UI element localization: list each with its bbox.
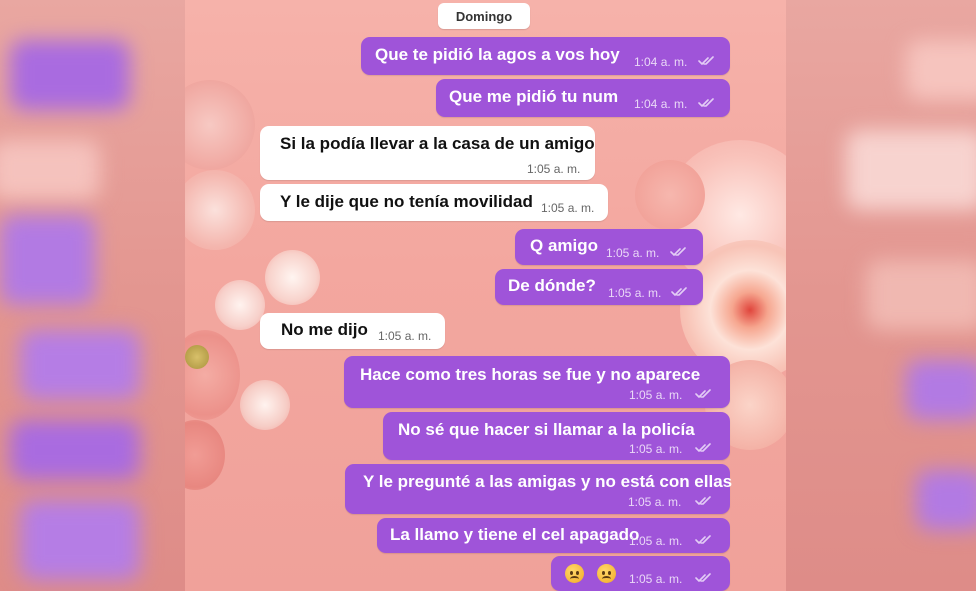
message-text: Que te pidió la agos a vos hoy bbox=[375, 45, 620, 64]
screenshot-stage: Domingo Que te pidió la agos a vos hoy 1… bbox=[0, 0, 976, 591]
blurred-bubble bbox=[906, 40, 976, 100]
message-text: Y le dije que no tenía movilidad bbox=[280, 192, 533, 211]
blurred-right-panel bbox=[786, 0, 976, 591]
blurred-bubble bbox=[20, 330, 140, 400]
message-bubble-outgoing[interactable]: Hace como tres horas se fue y no aparece… bbox=[344, 356, 730, 408]
message-text: No sé que hacer si llamar a la policía bbox=[398, 420, 695, 439]
blurred-bubble bbox=[10, 40, 130, 110]
worried-face-icon bbox=[565, 564, 584, 583]
message-text: Y le pregunté a las amigas y no está con… bbox=[363, 472, 733, 491]
chat-panel[interactable]: Domingo Que te pidió la agos a vos hoy 1… bbox=[185, 0, 786, 591]
message-bubble-incoming[interactable]: No me dijo 1:05 a. m. bbox=[260, 313, 445, 349]
message-time: 1:05 a. m. bbox=[629, 534, 683, 548]
message-text: De dónde? bbox=[508, 276, 596, 295]
message-bubble-incoming[interactable]: Si la podía llevar a la casa de un amigo… bbox=[260, 126, 595, 180]
message-bubble-outgoing[interactable]: La llamo y tiene el cel apagado 1:05 a. … bbox=[377, 518, 730, 553]
double-check-icon bbox=[695, 443, 711, 452]
worried-face-icon bbox=[597, 564, 616, 583]
message-bubble-outgoing[interactable]: Y le pregunté a las amigas y no está con… bbox=[345, 464, 733, 514]
message-bubble-outgoing[interactable]: De dónde? 1:05 a. m. bbox=[495, 269, 703, 305]
message-text: Si la podía llevar a la casa de un amigo bbox=[280, 134, 595, 153]
message-bubble-outgoing[interactable]: No sé que hacer si llamar a la policía 1… bbox=[383, 412, 730, 460]
message-text: Hace como tres horas se fue y no aparece bbox=[360, 365, 701, 384]
message-time: 1:05 a. m. bbox=[628, 495, 682, 509]
blurred-left-panel bbox=[0, 0, 185, 591]
blurred-bubble bbox=[10, 420, 140, 480]
date-separator: Domingo bbox=[438, 3, 530, 29]
double-check-icon bbox=[695, 535, 711, 544]
message-time: 1:04 a. m. bbox=[634, 55, 688, 69]
blurred-bubble bbox=[0, 140, 100, 200]
message-text: La llamo y tiene el cel apagado bbox=[390, 525, 640, 544]
blurred-bubble bbox=[0, 215, 95, 305]
message-bubble-outgoing[interactable]: Que te pidió la agos a vos hoy 1:04 a. m… bbox=[361, 37, 730, 75]
blurred-bubble bbox=[916, 470, 976, 530]
message-text: No me dijo bbox=[281, 320, 368, 339]
message-time: 1:05 a. m. bbox=[608, 286, 662, 300]
message-time: 1:04 a. m. bbox=[634, 97, 688, 111]
message-time: 1:05 a. m. bbox=[629, 572, 683, 586]
blurred-bubble bbox=[846, 130, 976, 210]
message-bubble-outgoing[interactable]: Que me pidió tu num 1:04 a. m. bbox=[436, 79, 730, 117]
double-check-icon bbox=[670, 247, 686, 256]
message-text: Que me pidió tu num bbox=[449, 87, 619, 106]
double-check-icon bbox=[671, 287, 687, 296]
message-time: 1:05 a. m. bbox=[629, 388, 683, 402]
blurred-bubble bbox=[20, 500, 140, 580]
blurred-bubble bbox=[906, 360, 976, 420]
double-check-icon bbox=[698, 56, 714, 65]
message-time: 1:05 a. m. bbox=[378, 329, 432, 343]
message-time: 1:05 a. m. bbox=[541, 201, 595, 215]
double-check-icon bbox=[695, 496, 711, 505]
message-text: Q amigo bbox=[530, 236, 599, 255]
double-check-icon bbox=[695, 389, 711, 398]
double-check-icon bbox=[698, 98, 714, 107]
blurred-bubble bbox=[866, 260, 976, 330]
message-bubble-outgoing[interactable]: 1:05 a. m. bbox=[551, 556, 730, 591]
message-bubble-outgoing[interactable]: Q amigo 1:05 a. m. bbox=[515, 229, 703, 265]
message-time: 1:05 a. m. bbox=[629, 442, 683, 456]
double-check-icon bbox=[695, 573, 711, 582]
message-time: 1:05 a. m. bbox=[527, 162, 581, 176]
message-bubble-incoming[interactable]: Y le dije que no tenía movilidad 1:05 a.… bbox=[260, 184, 608, 221]
message-time: 1:05 a. m. bbox=[606, 246, 660, 260]
